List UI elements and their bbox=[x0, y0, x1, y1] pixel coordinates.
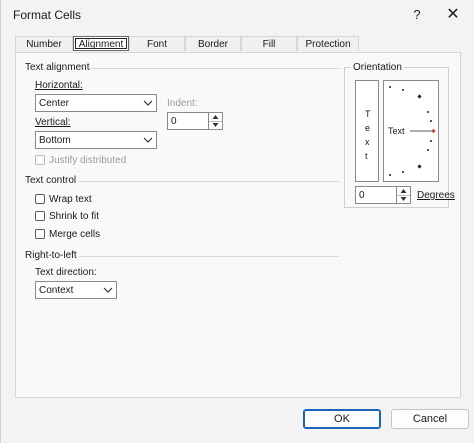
dial-text: Text bbox=[388, 126, 405, 136]
vertical-value: Bottom bbox=[39, 135, 71, 146]
merge-cells-label: Merge cells bbox=[49, 229, 101, 240]
text-direction-label: Text direction: bbox=[35, 267, 97, 278]
vertical-text-char: t bbox=[365, 151, 368, 161]
tab-number[interactable]: Number bbox=[15, 36, 73, 51]
spin-down-icon[interactable] bbox=[397, 195, 410, 203]
vertical-text-char: T bbox=[365, 109, 371, 119]
vertical-select[interactable]: Bottom bbox=[35, 131, 157, 149]
degrees-label: Degrees bbox=[417, 190, 455, 201]
wrap-text-label: Wrap text bbox=[49, 194, 92, 205]
vertical-text-button[interactable]: T e x t bbox=[355, 80, 379, 182]
vertical-label: Vertical: bbox=[35, 117, 71, 128]
text-direction-select[interactable]: Context bbox=[35, 281, 117, 299]
degrees-spinner[interactable]: 0 bbox=[355, 186, 411, 204]
ok-button[interactable]: OK bbox=[303, 409, 381, 429]
shrink-to-fit-checkbox[interactable] bbox=[35, 211, 45, 221]
justify-distributed-label: Justify distributed bbox=[49, 155, 127, 166]
dialog-title: Format Cells bbox=[13, 8, 82, 22]
close-button[interactable]: ✕ bbox=[441, 2, 465, 28]
chevron-down-icon bbox=[143, 137, 153, 143]
indent-spinner[interactable]: 0 bbox=[167, 112, 223, 130]
text-direction-value: Context bbox=[39, 285, 74, 296]
vertical-label-text: Vertical: bbox=[35, 117, 71, 128]
vertical-text-char: e bbox=[365, 123, 371, 133]
tab-protection[interactable]: Protection bbox=[297, 36, 359, 51]
tab-font[interactable]: Font bbox=[129, 36, 185, 51]
format-cells-dialog: Format Cells ? ✕ Number Alignment Font B… bbox=[0, 0, 474, 443]
help-button[interactable]: ? bbox=[405, 2, 429, 28]
divider bbox=[79, 256, 339, 257]
indent-label: Indent: bbox=[167, 98, 198, 109]
wrap-text-checkbox[interactable] bbox=[35, 194, 45, 204]
horizontal-label: Horizontal: bbox=[35, 80, 83, 91]
chevron-down-icon bbox=[143, 100, 153, 106]
indent-value: 0 bbox=[171, 116, 177, 127]
tab-border[interactable]: Border bbox=[185, 36, 241, 51]
orientation-dial[interactable]: Text bbox=[383, 80, 439, 182]
shrink-to-fit-label: Shrink to fit bbox=[49, 211, 100, 222]
horizontal-label-text: Horizontal: bbox=[35, 80, 83, 91]
chevron-down-icon bbox=[103, 287, 113, 293]
orientation-heading: Orientation bbox=[351, 62, 404, 73]
text-alignment-heading: Text alignment bbox=[25, 62, 90, 73]
spinner-buttons bbox=[396, 187, 410, 203]
title-bar: Format Cells ? ✕ bbox=[1, 0, 474, 30]
vertical-text-char: x bbox=[365, 137, 370, 147]
tab-fill[interactable]: Fill bbox=[241, 36, 297, 51]
horizontal-select[interactable]: Center bbox=[35, 94, 157, 112]
merge-cells-checkbox[interactable] bbox=[35, 229, 45, 239]
spin-down-icon[interactable] bbox=[209, 121, 222, 129]
horizontal-value: Center bbox=[39, 98, 70, 109]
degrees-value: 0 bbox=[359, 190, 365, 201]
cancel-button[interactable]: Cancel bbox=[391, 409, 469, 429]
tab-alignment[interactable]: Alignment bbox=[73, 36, 129, 51]
tab-bar: Number Alignment Font Border Fill Protec… bbox=[15, 36, 461, 52]
divider bbox=[89, 68, 339, 69]
spinner-buttons bbox=[208, 113, 222, 129]
text-control-heading: Text control bbox=[25, 175, 77, 186]
justify-distributed-checkbox[interactable] bbox=[35, 155, 45, 165]
divider bbox=[79, 181, 339, 182]
right-to-left-heading: Right-to-left bbox=[25, 250, 77, 261]
